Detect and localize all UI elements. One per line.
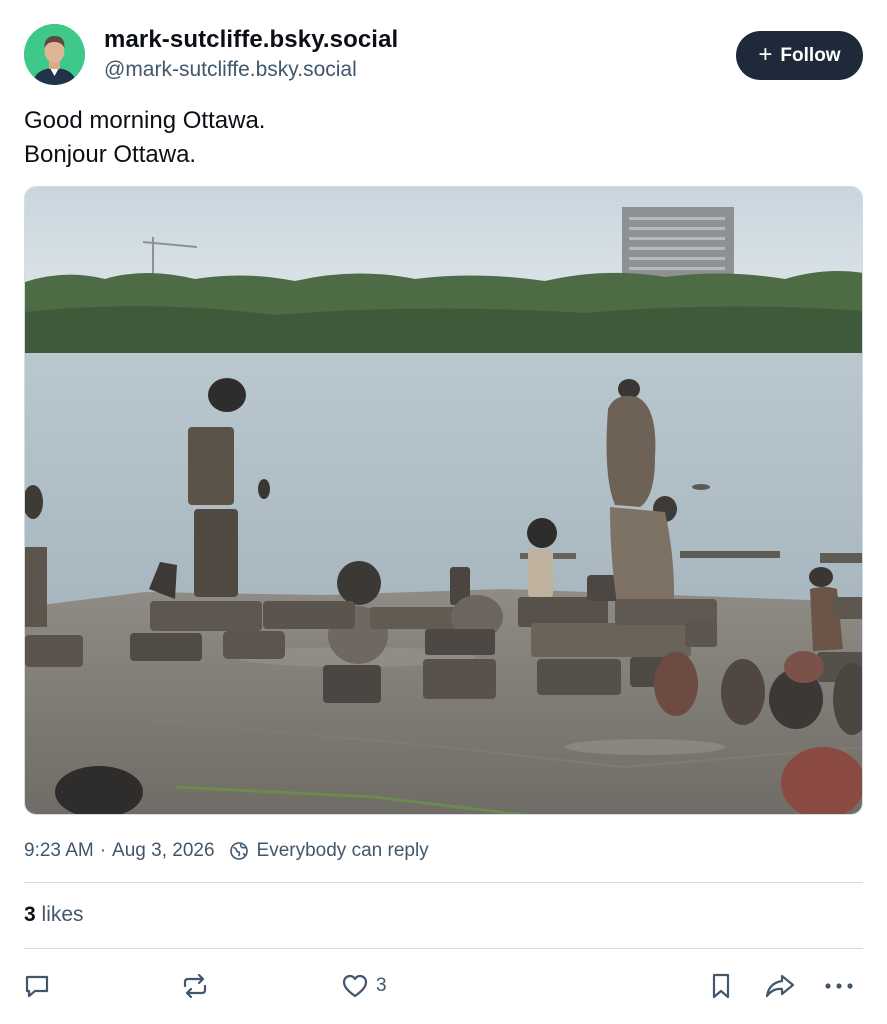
post-text: Good morning Ottawa. Bonjour Ottawa. (24, 104, 265, 172)
likes-stat[interactable]: 3 likes (24, 903, 84, 927)
divider (24, 948, 863, 949)
divider (24, 882, 863, 883)
post-time[interactable]: 9:23 AM (24, 840, 94, 862)
globe-icon (229, 841, 249, 861)
author-display-name[interactable]: mark-sutcliffe.bsky.social (104, 26, 398, 54)
likes-count: 3 (24, 903, 36, 926)
follow-label: Follow (780, 44, 841, 66)
plus-icon: + (758, 40, 773, 68)
reply-icon (22, 971, 52, 1001)
more-icon (823, 971, 855, 1001)
bookmark-button[interactable] (706, 968, 736, 1004)
post-date[interactable]: Aug 3, 2026 (112, 840, 214, 862)
more-button[interactable] (823, 968, 855, 1004)
repost-icon (180, 971, 210, 1001)
likes-label: likes (41, 903, 84, 926)
heart-icon (340, 971, 370, 1001)
share-button[interactable] (763, 968, 797, 1004)
share-icon (763, 971, 797, 1001)
meta-separator: · (99, 840, 107, 861)
post-text-line: Good morning Ottawa. (24, 107, 266, 134)
repost-button[interactable] (180, 968, 210, 1004)
post-text-line: Bonjour Ottawa. (24, 141, 197, 168)
reply-setting[interactable]: Everybody can reply (257, 840, 429, 862)
like-count: 3 (376, 975, 387, 996)
reply-button[interactable] (22, 968, 52, 1004)
follow-button[interactable]: + Follow (736, 31, 863, 80)
post-meta: 9:23 AM · Aug 3, 2026 Everybody can repl… (24, 840, 429, 862)
author-handle[interactable]: @mark-sutcliffe.bsky.social (104, 58, 357, 82)
like-button[interactable]: 3 (340, 968, 387, 1004)
avatar[interactable] (24, 24, 85, 85)
post-image[interactable] (24, 186, 863, 815)
bookmark-icon (706, 971, 736, 1001)
